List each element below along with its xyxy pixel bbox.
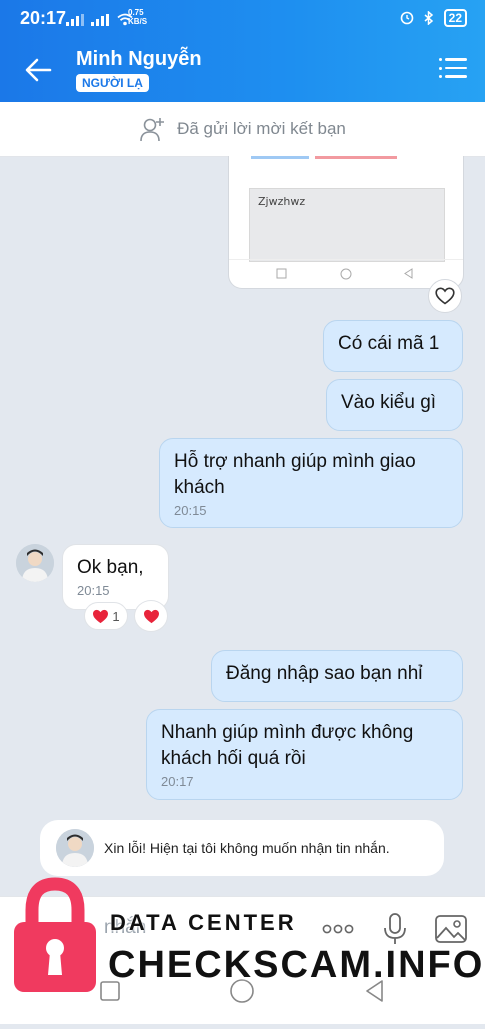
alarm-icon — [400, 11, 413, 25]
message-time: 20:15 — [174, 503, 207, 518]
blocked-notice: Xin lỗi! Hiện tại tôi không muốn nhận ti… — [40, 820, 444, 876]
friend-request-label: Đã gửi lời mời kết bạn — [177, 119, 346, 138]
image-text-box: Zjwzhwz — [249, 188, 445, 262]
watermark-line1: DATA CENTER — [110, 910, 297, 935]
friend-request-status: Đã gửi lời mời kết bạn — [0, 102, 485, 157]
like-button[interactable] — [428, 279, 462, 313]
add-friend-icon — [140, 118, 165, 142]
message-text: Nhanh giúp mình được không khách hối quá… — [161, 722, 414, 769]
message-bubble[interactable]: Đăng nhập sao bạn nhỉ — [211, 650, 463, 702]
net-speed-unit: KB/S — [128, 17, 148, 26]
avatar[interactable] — [16, 544, 54, 582]
message-time: 20:17 — [161, 774, 194, 789]
heart-icon — [143, 609, 159, 623]
avatar — [56, 829, 94, 867]
net-speed: 0.75 KB/S — [128, 8, 147, 26]
message-bubble[interactable]: Nhanh giúp mình được không khách hối quá… — [146, 709, 463, 800]
react-button[interactable] — [134, 600, 168, 632]
reaction-summary[interactable]: 1 — [84, 602, 128, 630]
status-time: 20:17 — [20, 8, 67, 28]
watermark-line2: CHECKSCAM.INFO — [108, 944, 485, 986]
heart-icon — [93, 609, 109, 623]
image-button[interactable] — [433, 911, 469, 947]
status-right: 22 — [400, 9, 467, 27]
status-bar: 20:17 0.75 KB/S 22 — [0, 0, 485, 34]
net-speed-value: 0.75 — [128, 8, 144, 17]
more-options-button[interactable] — [320, 911, 356, 947]
message-time: 20:15 — [77, 583, 110, 598]
message-text: Vào kiểu gì — [341, 392, 437, 413]
notice-text: Xin lỗi! Hiện tại tôi không muốn nhận ti… — [104, 840, 390, 856]
message-bubble[interactable]: Vào kiểu gì — [326, 379, 463, 431]
shared-image[interactable]: Zjwzhwz — [228, 156, 464, 289]
menu-button[interactable] — [439, 58, 467, 82]
microphone-icon — [384, 913, 406, 944]
list-menu-icon — [439, 58, 467, 78]
padlock-icon — [14, 877, 96, 992]
back-button[interactable] — [22, 54, 54, 86]
stranger-badge: NGƯỜI LẠ — [76, 74, 149, 92]
image-nav-keys — [229, 259, 463, 288]
top-bar: 20:17 0.75 KB/S 22 Minh Nguyễn NGƯỜI LẠ — [0, 0, 485, 102]
message-text: Ok bạn, — [77, 557, 144, 578]
arrow-left-icon — [25, 58, 52, 82]
more-dots-icon — [322, 924, 354, 934]
signal-icons — [66, 13, 133, 26]
image-bar-blue — [251, 156, 309, 159]
battery-indicator: 22 — [443, 9, 467, 27]
voice-button[interactable] — [377, 911, 413, 947]
heart-outline-icon — [435, 287, 455, 305]
reaction-count: 1 — [112, 608, 120, 624]
message-bubble[interactable]: Có cái mã 1 — [323, 320, 463, 372]
image-text: Zjwzhwz — [258, 195, 306, 208]
message-text: Đăng nhập sao bạn nhỉ — [226, 663, 423, 684]
image-bar-red — [315, 156, 397, 159]
message-text: Hỗ trợ nhanh giúp mình giao khách — [174, 451, 416, 498]
lock-logo-icon — [12, 876, 98, 994]
image-icon — [435, 915, 467, 943]
bluetooth-icon — [424, 11, 433, 25]
phone-nav-icons — [276, 268, 413, 280]
message-bubble[interactable]: Hỗ trợ nhanh giúp mình giao khách 20:15 — [159, 438, 463, 528]
person-avatar-icon — [56, 829, 94, 867]
person-avatar-icon — [16, 544, 54, 582]
signal-icon-2 — [91, 14, 109, 26]
message-text: Có cái mã 1 — [338, 333, 440, 354]
contact-name[interactable]: Minh Nguyễn — [76, 48, 202, 71]
signal-icon — [66, 14, 84, 26]
